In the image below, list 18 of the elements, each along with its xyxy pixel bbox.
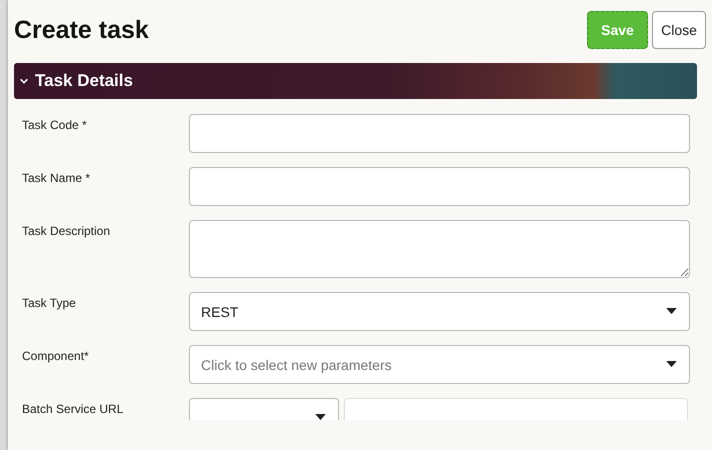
field-label: Task Type [22,295,77,310]
field-label: Task Code * [22,117,88,132]
input-field[interactable] [189,114,690,153]
dropdown[interactable]: REST [189,292,690,331]
dropdown[interactable]: Click to select new parameters [189,345,690,384]
field-label: Task Description [22,223,112,238]
field-label: Component* [22,348,90,363]
caret-icon [666,308,677,315]
section-header[interactable]: Task Details [14,63,697,99]
text-area[interactable] [189,220,690,278]
section-title: Task Details [35,71,133,91]
input-field[interactable] [189,167,690,206]
field-label: Batch Service URL [22,401,124,416]
caret-icon [666,361,677,368]
dialog-title: Create task [14,16,149,44]
close-button[interactable]: Close [652,11,706,49]
caret-icon [315,414,326,420]
field-label: Task Name * [22,170,92,185]
